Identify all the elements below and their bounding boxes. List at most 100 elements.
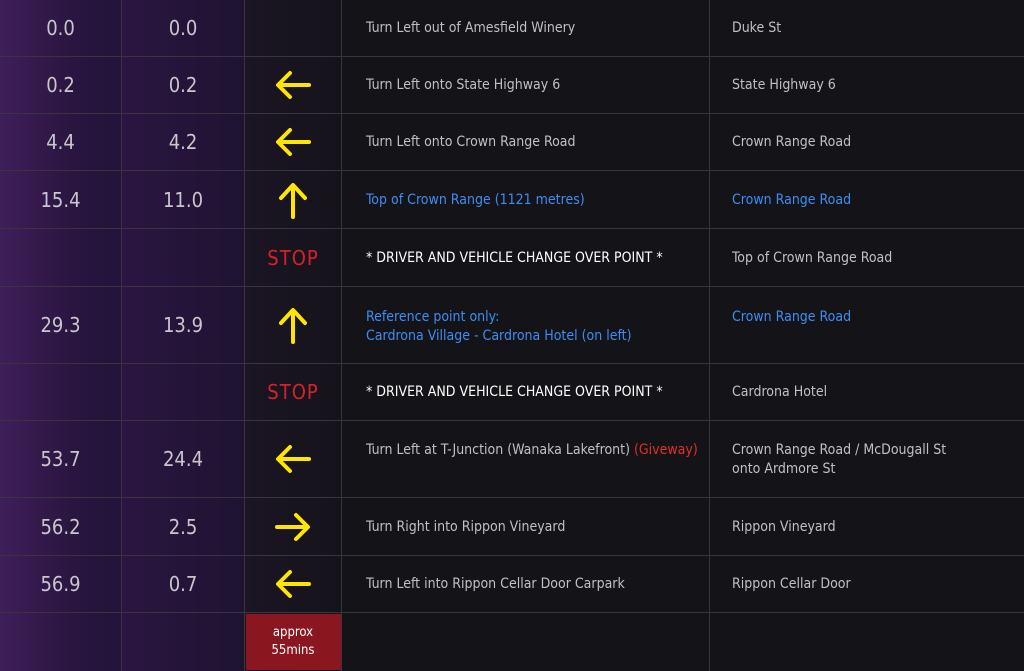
direction-icon-cell: STOP [245, 229, 342, 287]
total-distance: 56.9 [0, 556, 122, 613]
leg-distance: 13.9 [122, 287, 245, 364]
leg-distance: 0.0 [122, 0, 245, 57]
table-row: STOP * DRIVER AND VEHICLE CHANGE OVER PO… [0, 364, 1024, 421]
table-row: 4.4 4.2 Turn Left onto Crown Range Road … [0, 114, 1024, 171]
instruction: Turn Right into Rippon Vineyard [342, 498, 710, 556]
instruction-line-2: Cardrona Village - Cardrona Hotel (on le… [366, 328, 632, 344]
direction-icon-cell [245, 171, 342, 229]
road-text: Duke St [732, 20, 782, 36]
road-name: Duke St [710, 0, 1024, 57]
arrow-left-icon [276, 570, 311, 598]
road-name: Rippon Vineyard [710, 498, 1024, 556]
instruction: * DRIVER AND VEHICLE CHANGE OVER POINT * [342, 364, 710, 421]
road-text: Cardrona Hotel [732, 384, 828, 400]
arrow-right-icon [275, 512, 310, 541]
total-distance: 0.2 [0, 57, 122, 114]
total-distance: 53.7 [0, 421, 122, 498]
total-distance [0, 364, 122, 421]
instruction: Turn Left into Rippon Cellar Door Carpar… [342, 556, 710, 613]
road-name [710, 613, 1024, 671]
instruction-line-1: Reference point only: [366, 309, 500, 325]
road-name: Crown Range Road [710, 171, 1024, 229]
arrow-left-icon [276, 71, 311, 99]
total-distance: 4.4 [0, 114, 122, 171]
duration-cell: approx 55mins [245, 613, 342, 671]
giveway-note: (Giveway) [633, 442, 698, 458]
duration-line-2: 55mins [271, 643, 315, 658]
route-directions-table: 0.0 0.0 Turn Left out of Amesfield Winer… [0, 0, 1024, 671]
leg-distance: 0.7 [122, 556, 245, 613]
instruction: * DRIVER AND VEHICLE CHANGE OVER POINT * [342, 229, 710, 287]
instruction [342, 613, 710, 671]
instruction: Turn Left onto Crown Range Road [342, 114, 710, 171]
table-row: 29.3 13.9 Reference point only: Cardrona… [0, 287, 1024, 364]
leg-distance [122, 364, 245, 421]
instruction-text: Turn Right into Rippon Vineyard [366, 518, 566, 535]
stop-label: STOP [267, 245, 319, 270]
road-name: Crown Range Road [710, 287, 1024, 364]
instruction: Top of Crown Range (1121 metres) [342, 171, 710, 229]
instruction-text: Top of Crown Range (1121 metres) [366, 191, 585, 208]
table-row: 0.0 0.0 Turn Left out of Amesfield Winer… [0, 0, 1024, 57]
instruction-text: Turn Left at T-Junction (Wanaka Lakefron… [366, 442, 630, 458]
footer-row: approx 55mins [0, 613, 1024, 671]
instruction: Reference point only: Cardrona Village -… [342, 287, 710, 364]
instruction-text: Turn Left onto Crown Range Road [366, 134, 576, 150]
table-row: 56.9 0.7 Turn Left into Rippon Cellar Do… [0, 556, 1024, 613]
leg-distance: 4.2 [122, 114, 245, 171]
road-text: Crown Range Road [732, 134, 852, 150]
road-text: Crown Range Road [732, 191, 852, 208]
road-text: Top of Crown Range Road [732, 249, 893, 266]
instruction: Turn Left out of Amesfield Winery [342, 0, 710, 57]
instruction-text-wrap: Turn Left at T-Junction (Wanaka Lakefron… [366, 442, 698, 458]
road-name: Top of Crown Range Road [710, 229, 1024, 287]
arrow-up-icon [279, 182, 307, 219]
total-distance: 0.0 [0, 0, 122, 57]
leg-distance: 24.4 [122, 421, 245, 498]
direction-icon-cell [245, 498, 342, 556]
road-name: Cardrona Hotel [710, 364, 1024, 421]
total-distance [0, 229, 122, 287]
arrow-left-icon [276, 128, 311, 156]
leg-distance: 0.2 [122, 57, 245, 114]
direction-icon-cell [245, 0, 342, 57]
leg-distance: 11.0 [122, 171, 245, 229]
instruction: Turn Left at T-Junction (Wanaka Lakefron… [342, 421, 710, 498]
direction-icon-cell [245, 556, 342, 613]
road-name: State Highway 6 [710, 57, 1024, 114]
duration-badge: approx 55mins [245, 614, 341, 670]
arrow-left-icon [276, 445, 311, 473]
total-distance: 56.2 [0, 498, 122, 556]
road-text: Rippon Vineyard [732, 518, 836, 535]
direction-icon-cell [245, 287, 342, 364]
stop-label: STOP [267, 380, 319, 404]
direction-icon-cell [245, 57, 342, 114]
direction-icon-cell: STOP [245, 364, 342, 421]
road-text: Crown Range Road [732, 309, 852, 325]
leg-distance [122, 229, 245, 287]
total-distance [0, 613, 122, 671]
instruction-text: * DRIVER AND VEHICLE CHANGE OVER POINT * [366, 249, 663, 266]
leg-distance: 2.5 [122, 498, 245, 556]
table-row: 56.2 2.5 Turn Right into Rippon Vineyard… [0, 498, 1024, 556]
instruction: Turn Left onto State Highway 6 [342, 57, 710, 114]
table-row: 15.4 11.0 Top of Crown Range (1121 metre… [0, 171, 1024, 229]
road-name: Rippon Cellar Door [710, 556, 1024, 613]
road-line-2: onto Ardmore St [732, 461, 836, 477]
instruction-text: Turn Left onto State Highway 6 [366, 77, 561, 93]
instruction-text: Turn Left out of Amesfield Winery [366, 20, 576, 36]
direction-icon-cell [245, 421, 342, 498]
table-row: 53.7 24.4 Turn Left at T-Junction (Wanak… [0, 421, 1024, 498]
duration-line-1: approx [272, 625, 314, 640]
table-row: 0.2 0.2 Turn Left onto State Highway 6 S… [0, 57, 1024, 114]
leg-distance [122, 613, 245, 671]
road-name: Crown Range Road [710, 114, 1024, 171]
road-name: Crown Range Road / McDougall St onto Ard… [710, 421, 1024, 498]
direction-icon-cell [245, 114, 342, 171]
total-distance: 15.4 [0, 171, 122, 229]
instruction-text: Turn Left into Rippon Cellar Door Carpar… [366, 576, 625, 592]
table-row: STOP * DRIVER AND VEHICLE CHANGE OVER PO… [0, 229, 1024, 287]
road-line-1: Crown Range Road / McDougall St [732, 442, 947, 458]
arrow-up-icon [279, 308, 307, 344]
road-text: Rippon Cellar Door [732, 576, 851, 592]
